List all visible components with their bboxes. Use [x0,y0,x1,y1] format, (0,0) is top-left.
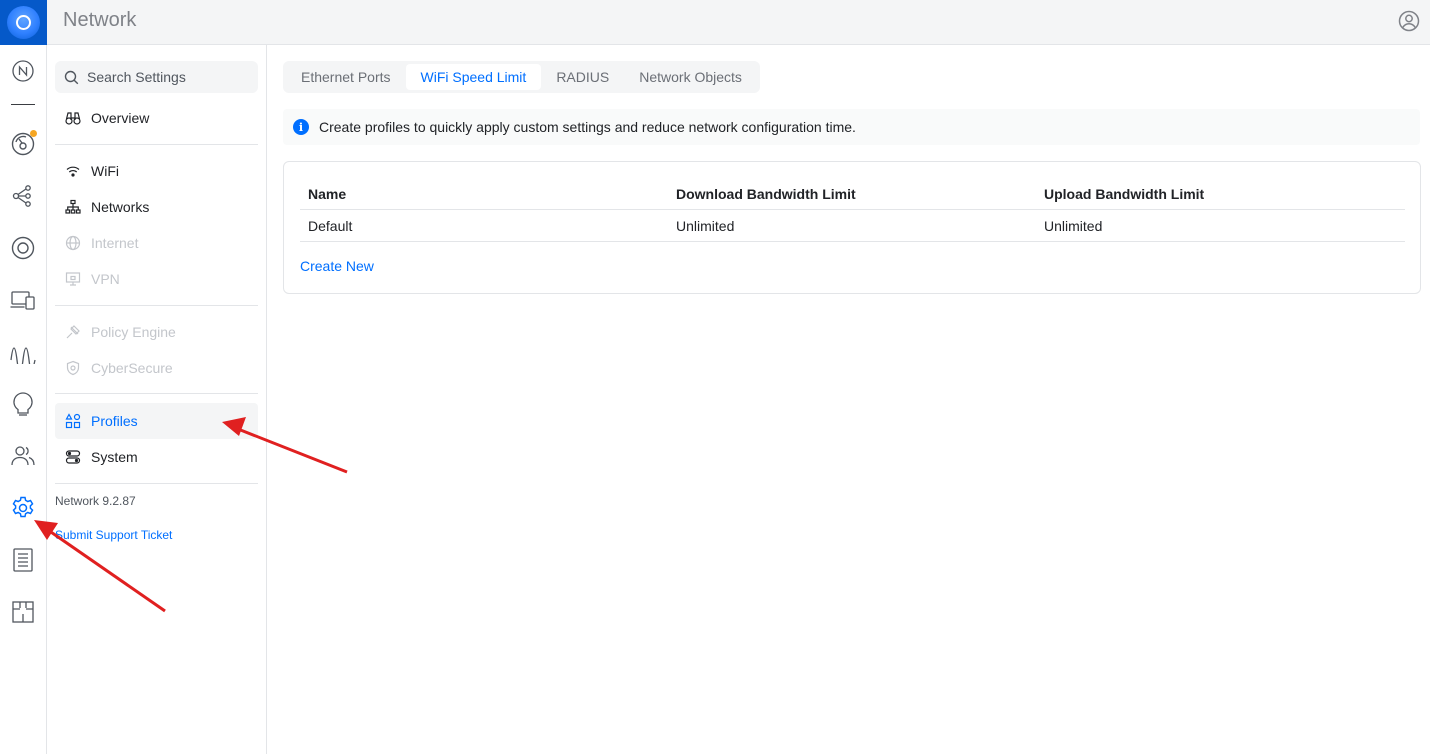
sidebar-item-label: Internet [91,235,139,251]
column-header-upload: Upload Bandwidth Limit [1044,185,1205,202]
sidebar-item-label: Networks [91,199,150,215]
sidebar-divider [55,144,258,145]
info-icon: i [293,119,309,135]
users-icon[interactable] [9,442,37,470]
insights-icon[interactable] [9,390,37,418]
dashboard-icon[interactable] [9,130,37,158]
tab-wifi-speed-limit[interactable]: WiFi Speed Limit [405,64,542,90]
rail-divider [11,104,35,105]
settings-icon[interactable] [9,494,37,522]
profile-tabs: Ethernet Ports WiFi Speed Limit RADIUS N… [283,61,760,93]
statistics-icon[interactable] [9,338,37,366]
settings-sidebar: Overview WiFi Networks Internet [47,45,267,754]
sidebar-item-label: VPN [91,271,120,287]
sidebar-item-vpn[interactable]: VPN [55,261,258,297]
column-header-download: Download Bandwidth Limit [676,185,856,202]
sidebar-divider [55,393,258,394]
notification-dot [30,130,37,137]
app-title: Network [63,9,137,31]
sidebar-item-label: System [91,449,138,465]
unifi-devices-icon[interactable] [9,234,37,262]
sidebar-item-label: Policy Engine [91,324,176,340]
sidebar-item-overview[interactable]: Overview [55,100,258,136]
search-settings[interactable] [55,61,258,93]
tab-ethernet-ports[interactable]: Ethernet Ports [286,64,406,90]
sidebar-item-system[interactable]: System [55,439,258,475]
unifi-logo-icon [7,6,40,39]
submit-support-ticket-link[interactable]: Submit Support Ticket [55,528,172,542]
app-version: Network 9.2.87 [55,494,136,508]
wifi-icon [65,163,81,179]
vpn-monitor-icon [65,271,81,287]
search-input[interactable] [87,69,247,85]
sidebar-divider [55,305,258,306]
sidebar-item-label: Profiles [91,413,138,429]
table-header-row: Name Download Bandwidth Limit Upload Ban… [300,178,1405,210]
cell-download-limit: Unlimited [676,217,735,234]
speed-limit-card: Name Download Bandwidth Limit Upload Ban… [283,161,1421,294]
floorplan-icon[interactable] [9,598,37,626]
table-row[interactable]: Default Unlimited Unlimited [300,210,1405,242]
tab-radius[interactable]: RADIUS [541,64,624,90]
sidebar-item-profiles[interactable]: Profiles [55,403,258,439]
shield-icon [65,360,81,376]
sidebar-item-internet[interactable]: Internet [55,225,258,261]
cell-upload-limit: Unlimited [1044,217,1103,234]
sidebar-item-label: Overview [91,110,150,126]
cell-name: Default [308,217,353,234]
unifi-logo[interactable] [0,0,47,45]
policy-icon [65,324,81,340]
sidebar-divider [55,483,258,484]
app-rail [0,45,47,754]
profiles-grid-icon [65,413,81,429]
sidebar-item-wifi[interactable]: WiFi [55,153,258,189]
sidebar-item-label: CyberSecure [91,360,173,376]
create-new-link[interactable]: Create New [300,258,374,274]
info-banner-text: Create profiles to quickly apply custom … [319,119,856,135]
system-toggle-icon [65,449,81,465]
sidebar-item-cybersecure[interactable]: CyberSecure [55,350,258,386]
network-logo-icon[interactable] [9,57,37,85]
sidebar-item-policy-engine[interactable]: Policy Engine [55,314,258,350]
speed-limit-table: Name Download Bandwidth Limit Upload Ban… [300,178,1405,242]
column-header-name: Name [308,185,347,202]
binoculars-icon [65,110,81,126]
logs-icon[interactable] [9,546,37,574]
network-tree-icon [65,199,81,215]
sidebar-item-label: WiFi [91,163,119,179]
globe-icon [65,235,81,251]
search-icon [64,70,79,85]
topology-icon[interactable] [9,182,37,210]
info-banner: i Create profiles to quickly apply custo… [283,109,1420,145]
client-devices-icon[interactable] [9,286,37,314]
user-circle-icon[interactable] [1398,10,1420,32]
sidebar-item-networks[interactable]: Networks [55,189,258,225]
tab-network-objects[interactable]: Network Objects [624,64,757,90]
top-bar: Network [0,0,1430,45]
